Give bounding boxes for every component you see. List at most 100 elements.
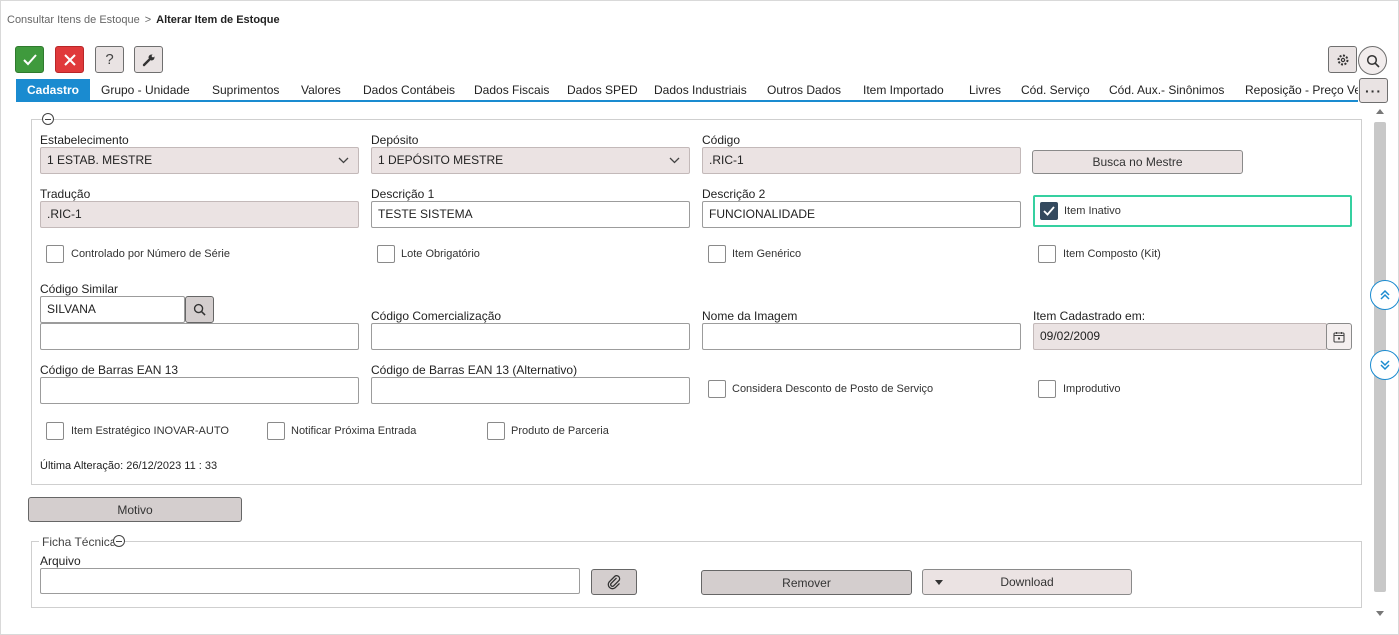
collapse-cadastro-icon[interactable] [42, 113, 54, 125]
scroll-to-top-button[interactable] [1370, 280, 1399, 310]
help-label: ? [105, 51, 114, 68]
gear-icon [1337, 54, 1348, 65]
item-composto-checkbox[interactable] [1038, 245, 1056, 263]
tab-grupo-unidade[interactable]: Grupo - Unidade [101, 79, 190, 100]
estabelecimento-label: Estabelecimento [40, 133, 129, 147]
codigo-comercializacao-input[interactable] [371, 323, 690, 350]
item-inativo-checkbox[interactable] [1040, 202, 1058, 220]
item-generico-label: Item Genérico [732, 248, 802, 260]
breadcrumb-current: Alterar Item de Estoque [156, 14, 280, 26]
tab-outros-dados[interactable]: Outros Dados [767, 79, 841, 100]
ean13-input[interactable] [40, 377, 359, 404]
produto-parceria-checkbox[interactable] [487, 422, 505, 440]
help-button[interactable]: ? [95, 46, 124, 73]
lote-obrigatorio-label: Lote Obrigatório [401, 248, 480, 260]
considera-desconto-checkbox[interactable] [708, 380, 726, 398]
tab-reposicao-preco[interactable]: Reposição - Preço Ven [1245, 79, 1358, 100]
settings-button[interactable] [1328, 46, 1357, 73]
item-cadastrado-field[interactable]: 09/02/2009 [1033, 323, 1327, 350]
codigo-similar-search-button[interactable] [185, 296, 214, 323]
controlado-serie-label: Controlado por Número de Série [71, 248, 230, 260]
tab-dados-contabeis[interactable]: Dados Contábeis [363, 79, 455, 100]
tab-dados-fiscais[interactable]: Dados Fiscais [474, 79, 549, 100]
ean13-label: Código de Barras EAN 13 [40, 363, 179, 377]
deposito-select[interactable]: 1 DEPÓSITO MESTRE [371, 147, 690, 174]
paperclip-icon [607, 575, 621, 590]
tab-item-importado[interactable]: Item Importado [863, 79, 944, 100]
item-generico-checkbox[interactable] [708, 245, 726, 263]
close-icon [63, 53, 76, 66]
descricao2-input[interactable]: FUNCIONALIDADE [702, 201, 1021, 228]
breadcrumb-parent[interactable]: Consultar Itens de Estoque [7, 14, 140, 26]
tab-suprimentos[interactable]: Suprimentos [212, 79, 279, 100]
collapse-ficha-tecnica-icon[interactable] [113, 535, 125, 547]
double-chevron-up-icon [1380, 289, 1390, 300]
produto-parceria-label: Produto de Parceria [511, 425, 609, 437]
lote-obrigatorio-checkbox[interactable] [377, 245, 395, 263]
descricao1-label: Descrição 1 [371, 187, 435, 201]
deposito-value: 1 DEPÓSITO MESTRE [378, 153, 504, 167]
estabelecimento-value: 1 ESTAB. MESTRE [47, 153, 153, 167]
codigo-comercializacao-label: Código Comercialização [371, 309, 502, 323]
attach-button[interactable] [591, 569, 637, 595]
item-estrategico-label: Item Estratégico INOVAR-AUTO [71, 425, 229, 437]
codigo-similar-label: Código Similar [40, 282, 119, 296]
traducao-field[interactable]: .RIC-1 [40, 201, 359, 228]
tab-dados-sped[interactable]: Dados SPED [567, 79, 638, 100]
download-button[interactable]: Download [922, 569, 1132, 595]
cancel-button[interactable] [55, 46, 84, 73]
tab-bar: Cadastro Grupo - Unidade Suprimentos Val… [16, 79, 1358, 102]
tab-cod-servico[interactable]: Cód. Serviço [1021, 79, 1090, 100]
chevron-down-icon [338, 157, 349, 164]
nome-imagem-label: Nome da Imagem [702, 309, 798, 323]
motivo-button[interactable]: Motivo [28, 497, 242, 522]
improdutivo-checkbox[interactable] [1038, 380, 1056, 398]
controlado-serie-checkbox[interactable] [46, 245, 64, 263]
busca-mestre-label: Busca no Mestre [1092, 155, 1183, 169]
app-frame: Consultar Itens de Estoque > Alterar Item … [0, 0, 1399, 635]
ultima-alteracao-text: Última Alteração: 26/12/2023 11 : 33 [40, 460, 218, 472]
tools-button[interactable] [134, 46, 163, 73]
arquivo-label: Arquivo [40, 554, 81, 568]
tab-livres[interactable]: Livres [969, 79, 1001, 100]
scroll-up-arrow-icon[interactable] [1376, 109, 1384, 114]
codigo-similar-input[interactable]: SILVANA [40, 296, 185, 323]
search-icon [193, 303, 206, 316]
scroll-down-arrow-icon[interactable] [1376, 611, 1384, 616]
ean13-alt-input[interactable] [371, 377, 690, 404]
notificar-entrada-label: Notificar Próxima Entrada [291, 425, 417, 437]
calendar-icon [1333, 331, 1345, 343]
tab-cod-aux-sinonimos[interactable]: Cód. Aux.- Sinônimos [1109, 79, 1224, 100]
ean13-alt-label: Código de Barras EAN 13 (Alternativo) [371, 363, 578, 377]
estabelecimento-select[interactable]: 1 ESTAB. MESTRE [40, 147, 359, 174]
remover-button[interactable]: Remover [701, 570, 912, 595]
confirm-button[interactable] [15, 46, 44, 73]
busca-mestre-button[interactable]: Busca no Mestre [1032, 150, 1243, 174]
considera-desconto-label: Considera Desconto de Posto de Serviço [732, 383, 934, 395]
search-icon [1366, 54, 1380, 68]
tab-valores[interactable]: Valores [301, 79, 341, 100]
notificar-entrada-checkbox[interactable] [267, 422, 285, 440]
traducao-label: Tradução [40, 187, 91, 201]
download-label: Download [1000, 575, 1054, 589]
codigo-field[interactable]: .RIC-1 [702, 147, 1021, 174]
check-icon [1043, 206, 1055, 216]
tab-cadastro[interactable]: Cadastro [16, 79, 91, 100]
nome-imagem-input[interactable] [702, 323, 1021, 350]
item-inativo-label: Item Inativo [1064, 205, 1121, 217]
search-button[interactable] [1358, 46, 1387, 75]
codigo-similar-description-field[interactable] [40, 323, 359, 350]
more-tabs-button[interactable]: ··· [1359, 78, 1388, 103]
item-estrategico-checkbox[interactable] [46, 422, 64, 440]
tab-dados-industriais[interactable]: Dados Industriais [654, 79, 747, 100]
item-composto-label: Item Composto (Kit) [1063, 248, 1161, 260]
scroll-to-bottom-button[interactable] [1370, 350, 1399, 380]
arquivo-input[interactable] [40, 568, 580, 594]
chevron-down-icon [669, 157, 680, 164]
ficha-tecnica-title: Ficha Técnica [39, 535, 120, 549]
caret-down-icon [935, 580, 943, 585]
calendar-button[interactable] [1326, 323, 1352, 350]
remover-label: Remover [782, 575, 831, 590]
descricao2-label: Descrição 2 [702, 187, 766, 201]
descricao1-input[interactable]: TESTE SISTEMA [371, 201, 690, 228]
